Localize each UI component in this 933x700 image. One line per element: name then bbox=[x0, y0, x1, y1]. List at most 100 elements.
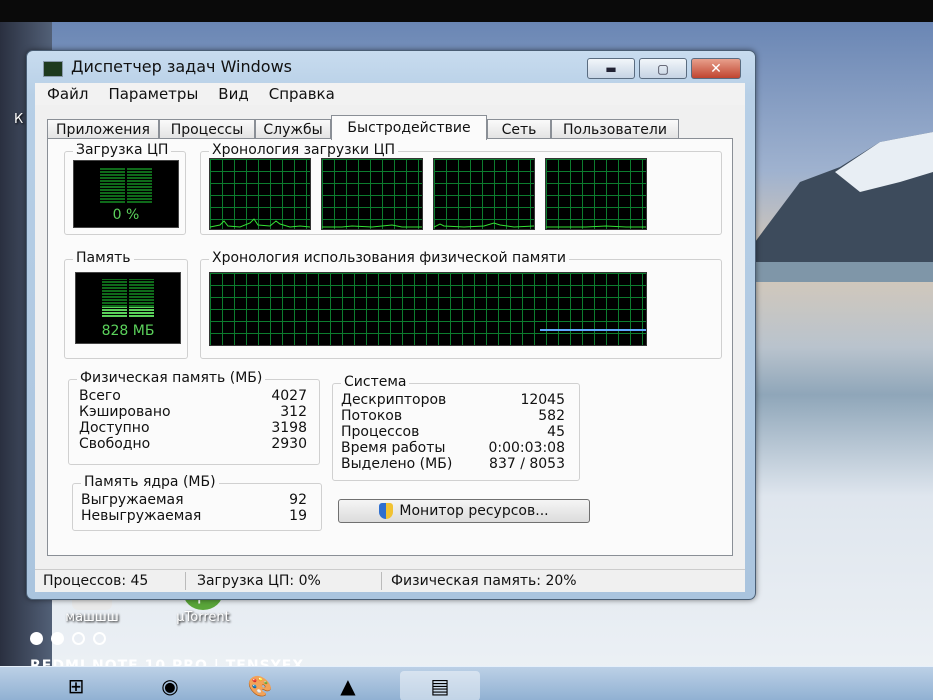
menu-view[interactable]: Вид bbox=[218, 85, 248, 103]
close-button[interactable]: ✕ bbox=[691, 58, 741, 79]
cpu-meter: 0 % bbox=[73, 160, 179, 228]
resource-monitor-button[interactable]: Монитор ресурсов... bbox=[338, 499, 590, 523]
cpu-history-graph-core-2 bbox=[321, 158, 423, 230]
tab-users[interactable]: Пользователи bbox=[551, 119, 679, 139]
status-cpu: Загрузка ЦП: 0% bbox=[197, 573, 321, 589]
stat-label: Невыгружаемая bbox=[81, 508, 202, 524]
dot-icon bbox=[51, 632, 64, 645]
minimize-button[interactable]: ▬ bbox=[587, 58, 635, 79]
memory-usage-line bbox=[540, 329, 646, 331]
cpu-history-group: Хронология загрузки ЦП bbox=[200, 142, 722, 235]
kernel-memory-group: Память ядра (МБ) Выгружаемая 92 Невыгружа… bbox=[72, 474, 322, 531]
menu-options[interactable]: Параметры bbox=[108, 85, 198, 103]
window-client: Приложения Процессы Службы Быстродействи… bbox=[35, 105, 745, 591]
kernel-memory-title: Память ядра (МБ) bbox=[81, 474, 219, 490]
cpu-trace bbox=[322, 224, 422, 228]
dot-icon bbox=[72, 632, 85, 645]
desktop: К Sp ⏮ машшш µ µTorrent Диспетчер задач … bbox=[0, 22, 933, 700]
status-processes: Процессов: 45 bbox=[43, 573, 149, 589]
memory-history-label: Хронология использования физической памя… bbox=[209, 250, 570, 266]
desktop-icon-label: машшш bbox=[65, 610, 119, 625]
stat-label: Дескрипторов bbox=[341, 392, 447, 408]
stat-value: 19 bbox=[289, 508, 307, 524]
cpu-meter-bar-gap bbox=[125, 167, 127, 203]
desktop-icon-label: µTorrent bbox=[176, 610, 230, 625]
tab-processes[interactable]: Процессы bbox=[159, 119, 255, 139]
stat-value: 3198 bbox=[271, 420, 307, 436]
stat-value: 45 bbox=[547, 424, 565, 440]
system-group: Система Дескрипторов 12045 Потоков 582 Про… bbox=[332, 374, 580, 481]
cpu-history-label: Хронология загрузки ЦП bbox=[209, 142, 398, 158]
tab-applications[interactable]: Приложения bbox=[47, 119, 159, 139]
stat-value: 12045 bbox=[520, 392, 565, 408]
stat-value: 312 bbox=[280, 404, 307, 420]
status-bar: Процессов: 45 Загрузка ЦП: 0% Физическая… bbox=[35, 569, 745, 592]
tab-performance[interactable]: Быстродействие bbox=[331, 115, 487, 140]
stat-value: 2930 bbox=[271, 436, 307, 452]
window-title: Диспетчер задач Windows bbox=[71, 57, 292, 76]
dot-icon bbox=[93, 632, 106, 645]
status-divider bbox=[185, 572, 186, 590]
dot-icon bbox=[30, 632, 43, 645]
paint-icon[interactable]: 🎨 bbox=[240, 671, 280, 700]
taskbar: ⊞ ◉ 🎨 ▲ ▤ bbox=[0, 666, 933, 700]
menu-file[interactable]: Файл bbox=[47, 85, 88, 103]
menu-help[interactable]: Справка bbox=[269, 85, 335, 103]
chrome-icon[interactable]: ◉ bbox=[150, 671, 190, 700]
stat-label: Процессов bbox=[341, 424, 420, 440]
memory-label: Память bbox=[73, 250, 134, 266]
stat-label: Выделено (МБ) bbox=[341, 456, 453, 472]
stat-label: Время работы bbox=[341, 440, 446, 456]
cpu-history-graph-core-4 bbox=[545, 158, 647, 230]
stat-value: 4027 bbox=[271, 388, 307, 404]
physical-memory-group: Физическая память (МБ) Всего 4027 Кэширов… bbox=[68, 370, 320, 465]
system-table: Дескрипторов 12045 Потоков 582 Процессов 45… bbox=[341, 392, 565, 476]
stat-value: 582 bbox=[538, 408, 565, 424]
memory-history-graph bbox=[209, 272, 647, 346]
memory-value: 828 МБ bbox=[101, 323, 155, 339]
cpu-history-graph-core-3 bbox=[433, 158, 535, 230]
cpu-value: 0 % bbox=[112, 207, 140, 223]
cpu-trace bbox=[434, 222, 534, 228]
cpu-history-graph-core-1 bbox=[209, 158, 311, 230]
status-divider bbox=[381, 572, 382, 590]
kernel-memory-table: Выгружаемая 92 Невыгружаемая 19 bbox=[81, 492, 307, 526]
cpu-usage-group: Загрузка ЦП 0 % bbox=[64, 142, 186, 235]
status-memory: Физическая память: 20% bbox=[391, 573, 577, 589]
stat-label: Выгружаемая bbox=[81, 492, 184, 508]
photo-overlay-dots bbox=[30, 632, 106, 645]
physical-memory-table: Всего 4027 Кэшировано 312 Доступно 3198 Сво… bbox=[79, 388, 307, 460]
stat-label: Потоков bbox=[341, 408, 403, 424]
performance-pane: Загрузка ЦП 0 % Хронология загрузки ЦП П… bbox=[47, 138, 733, 556]
resource-monitor-label: Монитор ресурсов... bbox=[399, 503, 549, 519]
cpu-usage-label: Загрузка ЦП bbox=[73, 142, 172, 158]
app-icon[interactable]: ▲ bbox=[328, 671, 368, 700]
memory-group: Память 828 МБ bbox=[64, 250, 188, 359]
maximize-button[interactable]: ▢ bbox=[639, 58, 687, 79]
stat-label: Всего bbox=[79, 388, 121, 404]
stat-value: 92 bbox=[289, 492, 307, 508]
start-orb-icon[interactable]: ⊞ bbox=[56, 671, 96, 700]
menu-bar: Файл Параметры Вид Справка bbox=[35, 83, 745, 105]
task-manager-window: Диспетчер задач Windows ▬ ▢ ✕ Файл Парам… bbox=[26, 50, 756, 600]
memory-history-group: Хронология использования физической памя… bbox=[200, 250, 722, 359]
task-manager-icon[interactable]: ▤ bbox=[400, 671, 480, 700]
system-title: Система bbox=[341, 374, 410, 390]
stat-label: Свободно bbox=[79, 436, 151, 452]
cpu-trace bbox=[210, 218, 310, 228]
shield-icon bbox=[379, 503, 394, 519]
physical-memory-title: Физическая память (МБ) bbox=[77, 370, 266, 386]
cpu-trace bbox=[546, 225, 646, 228]
mountain-wallpaper bbox=[740, 132, 933, 282]
title-bar[interactable]: Диспетчер задач Windows ▬ ▢ ✕ bbox=[27, 51, 755, 81]
stat-value: 0:00:03:08 bbox=[488, 440, 565, 456]
task-manager-icon bbox=[43, 61, 63, 77]
stat-label: Доступно bbox=[79, 420, 150, 436]
tab-services[interactable]: Службы bbox=[255, 119, 331, 139]
stat-value: 837 / 8053 bbox=[489, 456, 565, 472]
stat-label: Кэшировано bbox=[79, 404, 171, 420]
desktop-edge-label: К bbox=[14, 112, 24, 127]
tab-network[interactable]: Сеть bbox=[487, 119, 551, 139]
memory-meter-bar-gap bbox=[127, 279, 129, 317]
memory-meter: 828 МБ bbox=[75, 272, 181, 344]
